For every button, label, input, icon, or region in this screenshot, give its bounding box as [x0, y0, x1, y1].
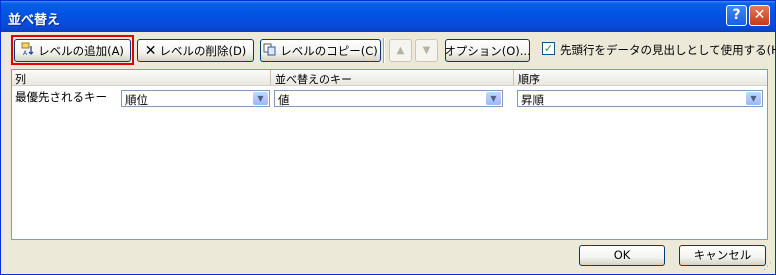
- header-row-checkbox[interactable]: ✓: [542, 42, 555, 55]
- checkmark-icon: ✓: [543, 42, 554, 55]
- svg-text:A: A: [23, 50, 28, 56]
- close-button[interactable]: ✕: [749, 5, 770, 26]
- delete-icon: ✕: [144, 42, 157, 59]
- sort-on-select-value: 値: [278, 93, 290, 107]
- column-divider[interactable]: [270, 70, 271, 85]
- copy-icon: [263, 43, 277, 59]
- close-icon: ✕: [753, 7, 766, 23]
- delete-level-label: レベルの削除(D): [159, 43, 247, 58]
- order-select-value: 昇順: [521, 93, 544, 107]
- chevron-down-icon[interactable]: ▼: [486, 92, 501, 105]
- options-button[interactable]: オプション(O)...: [444, 39, 531, 62]
- column-header-sort-on: 並べ替えのキー: [275, 73, 352, 86]
- sort-on-select[interactable]: 値 ▼: [274, 90, 503, 107]
- arrow-up-icon: ▲: [396, 45, 405, 56]
- options-label: オプション(O)...: [444, 43, 531, 58]
- order-select[interactable]: 昇順 ▼: [517, 90, 763, 107]
- move-up-button[interactable]: ▲: [389, 39, 412, 62]
- sort-level-label: 最優先されるキー: [15, 90, 107, 104]
- ok-button[interactable]: OK: [579, 245, 665, 266]
- column-select-value: 順位: [125, 93, 148, 107]
- help-button[interactable]: ?: [726, 5, 747, 26]
- title-bar: 並べ替え ? ✕: [1, 1, 775, 32]
- cancel-label: キャンセル: [693, 248, 752, 262]
- dialog-title: 並べ替え: [8, 13, 61, 28]
- copy-level-button[interactable]: レベルのコピー(C): [260, 39, 381, 62]
- sort-levels-grid: 列 並べ替えのキー 順序 最優先されるキー 順位 ▼ 値 ▼ 昇順 ▼: [11, 69, 768, 240]
- move-down-button[interactable]: ▼: [415, 39, 438, 62]
- chevron-down-icon[interactable]: ▼: [746, 92, 761, 105]
- column-header-order: 順序: [518, 73, 540, 86]
- add-level-label: レベルの追加(A): [38, 43, 124, 58]
- sort-dialog: 並べ替え ? ✕ A レベルの追加(A) ✕ レベルの削除(D) レベルのコピー…: [0, 0, 776, 275]
- resize-grip-icon[interactable]: ⋰: [763, 262, 773, 272]
- column-divider[interactable]: [513, 70, 514, 85]
- ok-label: OK: [613, 248, 631, 262]
- header-row-checkbox-label: 先頭行をデータの見出しとして使用する(H): [560, 43, 776, 57]
- chevron-down-icon[interactable]: ▼: [253, 92, 268, 105]
- column-header-column: 列: [15, 73, 26, 86]
- column-select[interactable]: 順位 ▼: [121, 90, 270, 107]
- cancel-button[interactable]: キャンセル: [679, 245, 766, 266]
- copy-level-label: レベルのコピー(C): [280, 43, 378, 58]
- add-level-icon: A: [21, 42, 35, 59]
- help-icon: ?: [732, 7, 741, 23]
- toolbar-separator: [383, 38, 385, 63]
- add-level-button[interactable]: A レベルの追加(A): [14, 39, 131, 62]
- delete-level-button[interactable]: ✕ レベルの削除(D): [137, 39, 254, 62]
- grid-header: 列 並べ替えのキー 順序: [12, 70, 767, 86]
- arrow-down-icon: ▼: [422, 45, 431, 56]
